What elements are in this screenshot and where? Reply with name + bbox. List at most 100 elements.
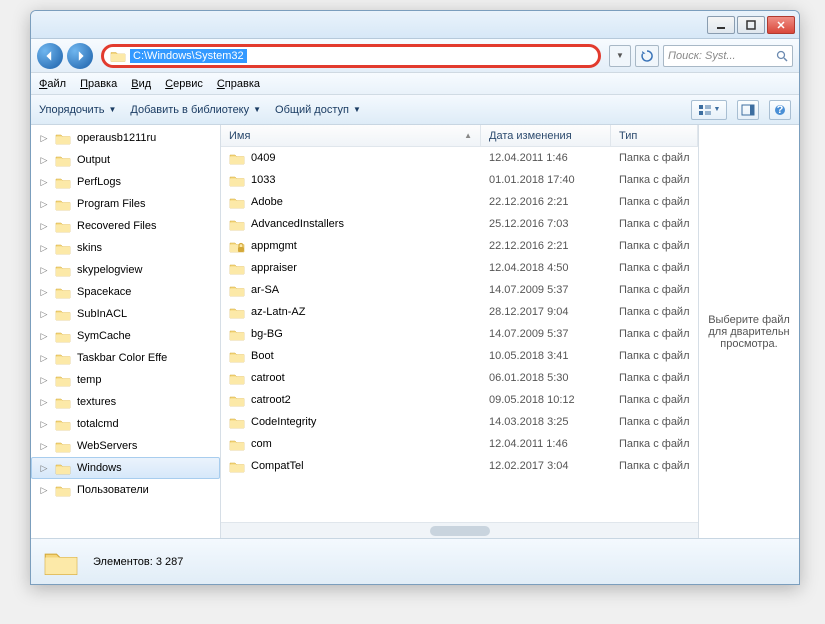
table-row[interactable]: ar-SA 14.07.2009 5:37 Папка с файл [221,279,698,301]
expand-icon[interactable]: ▷ [39,221,49,232]
file-type: Папка с файл [611,152,698,164]
folder-tree[interactable]: ▷ operausb1211ru▷ Output▷ PerfLogs▷ Prog… [31,125,221,538]
tree-item[interactable]: ▷ totalcmd [31,413,220,435]
file-name: Boot [251,350,274,362]
tree-item[interactable]: ▷ SubInACL [31,303,220,325]
tree-item[interactable]: ▷ Recovered Files [31,215,220,237]
file-type: Папка с файл [611,306,698,318]
tree-item[interactable]: ▷ skins [31,237,220,259]
file-date: 14.07.2009 5:37 [481,328,611,340]
view-options-button[interactable]: ▼ [691,100,727,120]
col-date[interactable]: Дата изменения [481,125,611,146]
folder-icon [229,460,245,473]
menu-tools[interactable]: Сервис [165,78,203,90]
expand-icon[interactable]: ▷ [39,155,49,166]
table-row[interactable]: com 12.04.2011 1:46 Папка с файл [221,433,698,455]
menu-edit[interactable]: Правка [80,78,117,90]
menu-view[interactable]: Вид [131,78,151,90]
table-row[interactable]: bg-BG 14.07.2009 5:37 Папка с файл [221,323,698,345]
table-row[interactable]: appraiser 12.04.2018 4:50 Папка с файл [221,257,698,279]
folder-lock-icon [229,240,245,253]
tree-item[interactable]: ▷ Пользователи [31,479,220,501]
menu-help[interactable]: Справка [217,78,260,90]
file-name: az-Latn-AZ [251,306,305,318]
forward-button[interactable] [67,43,93,69]
col-name[interactable]: Имя▲ [221,125,481,146]
tree-item[interactable]: ▷ operausb1211ru [31,127,220,149]
tree-item[interactable]: ▷ Spacekace [31,281,220,303]
expand-icon[interactable]: ▷ [39,375,49,386]
close-button[interactable] [767,16,795,34]
expand-icon[interactable]: ▷ [39,397,49,408]
file-type: Папка с файл [611,284,698,296]
table-row[interactable]: az-Latn-AZ 28.12.2017 9:04 Папка с файл [221,301,698,323]
folder-icon [229,328,245,341]
search-input[interactable]: Поиск: Syst... [663,45,793,67]
table-row[interactable]: appmgmt 22.12.2016 2:21 Папка с файл [221,235,698,257]
file-rows: 0409 12.04.2011 1:46 Папка с файл 1033 0… [221,147,698,522]
table-row[interactable]: AdvancedInstallers 25.12.2016 7:03 Папка… [221,213,698,235]
expand-icon[interactable]: ▷ [39,243,49,254]
organize-button[interactable]: Упорядочить▼ [39,104,116,116]
folder-icon [55,352,71,365]
address-bar[interactable]: C:\Windows\System32 [101,44,601,68]
share-button[interactable]: Общий доступ▼ [275,104,361,116]
tree-item-label: operausb1211ru [77,132,156,144]
tree-item[interactable]: ▷ skypelogview [31,259,220,281]
expand-icon[interactable]: ▷ [39,331,49,342]
expand-icon[interactable]: ▷ [39,133,49,144]
file-date: 14.07.2009 5:37 [481,284,611,296]
folder-icon [229,306,245,319]
table-row[interactable]: CodeIntegrity 14.03.2018 3:25 Папка с фа… [221,411,698,433]
table-row[interactable]: 0409 12.04.2011 1:46 Папка с файл [221,147,698,169]
expand-icon[interactable]: ▷ [39,177,49,188]
folder-icon [55,242,71,255]
tree-item[interactable]: ▷ Windows [31,457,220,479]
expand-icon[interactable]: ▷ [39,309,49,320]
address-history-dropdown[interactable]: ▼ [609,45,631,67]
expand-icon[interactable]: ▷ [39,463,49,474]
file-type: Папка с файл [611,240,698,252]
expand-icon[interactable]: ▷ [39,199,49,210]
tree-item-label: Recovered Files [77,220,156,232]
tree-item[interactable]: ▷ Program Files [31,193,220,215]
add-to-library-button[interactable]: Добавить в библиотеку▼ [130,104,261,116]
col-type[interactable]: Тип [611,125,698,146]
folder-icon [55,462,71,475]
table-row[interactable]: catroot2 09.05.2018 10:12 Папка с файл [221,389,698,411]
expand-icon[interactable]: ▷ [39,353,49,364]
tree-item[interactable]: ▷ SymCache [31,325,220,347]
folder-icon [55,198,71,211]
minimize-button[interactable] [707,16,735,34]
file-type: Папка с файл [611,394,698,406]
horizontal-scrollbar[interactable] [221,522,698,538]
menu-file[interactable]: Файл [39,78,66,90]
tree-item[interactable]: ▷ Taskbar Color Effe [31,347,220,369]
file-date: 06.01.2018 5:30 [481,372,611,384]
tree-item[interactable]: ▷ WebServers [31,435,220,457]
refresh-button[interactable] [635,45,659,67]
preview-pane-button[interactable] [737,100,759,120]
folder-icon [55,132,71,145]
maximize-button[interactable] [737,16,765,34]
file-type: Папка с файл [611,460,698,472]
tree-item[interactable]: ▷ temp [31,369,220,391]
expand-icon[interactable]: ▷ [39,419,49,430]
column-headers: Имя▲ Дата изменения Тип [221,125,698,147]
table-row[interactable]: catroot 06.01.2018 5:30 Папка с файл [221,367,698,389]
table-row[interactable]: Adobe 22.12.2016 2:21 Папка с файл [221,191,698,213]
expand-icon[interactable]: ▷ [39,485,49,496]
table-row[interactable]: CompatTel 12.02.2017 3:04 Папка с файл [221,455,698,477]
file-type: Папка с файл [611,218,698,230]
table-row[interactable]: 1033 01.01.2018 17:40 Папка с файл [221,169,698,191]
back-button[interactable] [37,43,63,69]
tree-item-label: skypelogview [77,264,142,276]
tree-item[interactable]: ▷ Output [31,149,220,171]
help-button[interactable]: ? [769,100,791,120]
expand-icon[interactable]: ▷ [39,441,49,452]
table-row[interactable]: Boot 10.05.2018 3:41 Папка с файл [221,345,698,367]
expand-icon[interactable]: ▷ [39,265,49,276]
expand-icon[interactable]: ▷ [39,287,49,298]
tree-item[interactable]: ▷ textures [31,391,220,413]
tree-item[interactable]: ▷ PerfLogs [31,171,220,193]
